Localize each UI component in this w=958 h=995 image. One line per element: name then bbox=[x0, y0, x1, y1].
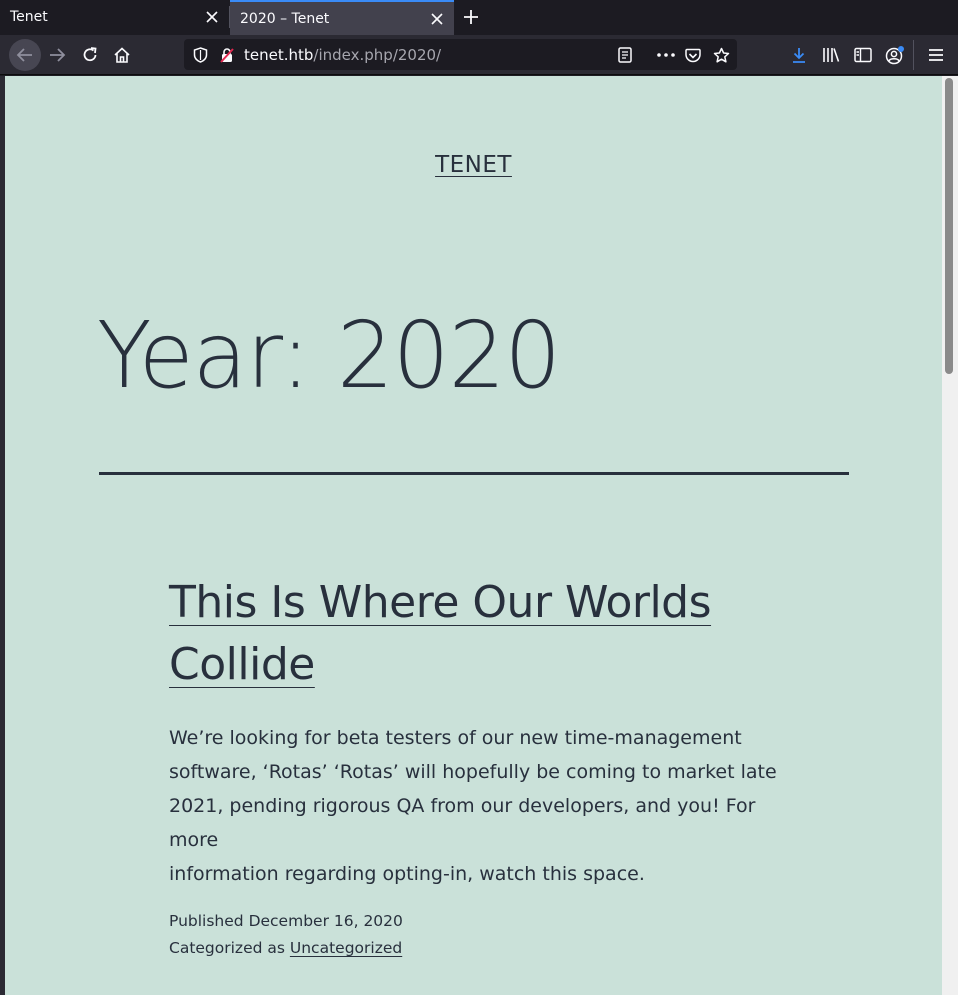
site-title-link[interactable]: TENET bbox=[435, 152, 512, 178]
published-label: Published bbox=[169, 912, 244, 930]
tab-title: 2020 – Tenet bbox=[240, 11, 330, 27]
category-link[interactable]: Uncategorized bbox=[290, 939, 402, 957]
arrow-left-icon bbox=[16, 48, 32, 62]
excerpt-line: software, ‘Rotas’ ‘Rotas’ will hopefully… bbox=[169, 761, 777, 783]
page-actions-ellipsis-icon[interactable] bbox=[656, 45, 676, 65]
url-bar[interactable]: tenet.htb/index.php/2020/ bbox=[184, 39, 737, 70]
post-title: This Is Where Our Worlds Collide bbox=[169, 572, 789, 696]
forward-button[interactable] bbox=[41, 39, 73, 71]
navigation-toolbar: tenet.htb/index.php/2020/ bbox=[0, 35, 958, 75]
account-button[interactable] bbox=[879, 39, 911, 71]
pocket-icon[interactable] bbox=[683, 45, 703, 65]
excerpt-line: We’re looking for beta testers of our ne… bbox=[169, 727, 742, 749]
back-button[interactable] bbox=[9, 39, 41, 71]
downloads-button[interactable] bbox=[783, 39, 815, 71]
reload-icon bbox=[83, 47, 97, 62]
hamburger-menu-icon bbox=[929, 49, 943, 61]
scrollbar-thumb[interactable] bbox=[945, 78, 953, 374]
arrow-right-icon bbox=[50, 48, 66, 62]
post-meta: Published December 16, 2020 Categorized … bbox=[169, 908, 403, 962]
sidebar-icon bbox=[854, 47, 872, 63]
category-line: Categorized as Uncategorized bbox=[169, 935, 403, 962]
post-title-link-line1[interactable]: This Is Where Our Worlds bbox=[169, 577, 712, 628]
published-line: Published December 16, 2020 bbox=[169, 908, 403, 935]
post-title-link-line2[interactable]: Collide bbox=[169, 639, 315, 690]
sidebar-toggle-button[interactable] bbox=[847, 39, 879, 71]
account-icon bbox=[885, 46, 904, 65]
library-button[interactable] bbox=[815, 39, 847, 71]
reload-button[interactable] bbox=[74, 39, 106, 71]
excerpt-line: information regarding opting-in, watch t… bbox=[169, 863, 645, 885]
page-scrollbar[interactable] bbox=[942, 76, 958, 995]
post-excerpt: We’re looking for beta testers of our ne… bbox=[169, 721, 789, 891]
heading-divider bbox=[99, 472, 849, 475]
home-button[interactable] bbox=[106, 39, 138, 71]
new-tab-button[interactable] bbox=[460, 6, 482, 28]
bookmark-star-icon[interactable] bbox=[711, 45, 731, 65]
tab-2020-tenet[interactable]: 2020 – Tenet bbox=[230, 0, 454, 35]
page-viewport: TENET Year: 2020 This Is Where Our World… bbox=[5, 76, 942, 995]
home-icon bbox=[114, 47, 130, 63]
tab-tenet[interactable]: Tenet bbox=[0, 0, 229, 35]
archive-heading: Year: 2020 bbox=[97, 302, 561, 409]
site-title: TENET bbox=[5, 152, 942, 178]
tracking-protection-shield-icon[interactable] bbox=[190, 45, 210, 65]
published-date[interactable]: December 16, 2020 bbox=[249, 912, 403, 930]
url-host: tenet.htb bbox=[244, 46, 314, 64]
reader-view-icon[interactable] bbox=[615, 45, 635, 65]
toolbar-separator bbox=[913, 40, 914, 70]
url-path: /index.php/2020/ bbox=[313, 46, 442, 64]
close-tab-icon[interactable] bbox=[428, 10, 446, 28]
tab-title: Tenet bbox=[10, 9, 48, 25]
insecure-lock-icon[interactable] bbox=[217, 45, 237, 65]
tab-bar: Tenet 2020 – Tenet bbox=[0, 0, 958, 35]
library-icon bbox=[823, 48, 840, 62]
url-text[interactable]: tenet.htb/index.php/2020/ bbox=[244, 46, 441, 64]
excerpt-line: 2021, pending rigorous QA from our devel… bbox=[169, 795, 756, 851]
plus-icon bbox=[464, 10, 478, 24]
download-arrow-icon bbox=[793, 48, 805, 63]
category-label: Categorized as bbox=[169, 939, 285, 957]
close-tab-icon[interactable] bbox=[203, 8, 221, 26]
menu-button[interactable] bbox=[920, 39, 952, 71]
